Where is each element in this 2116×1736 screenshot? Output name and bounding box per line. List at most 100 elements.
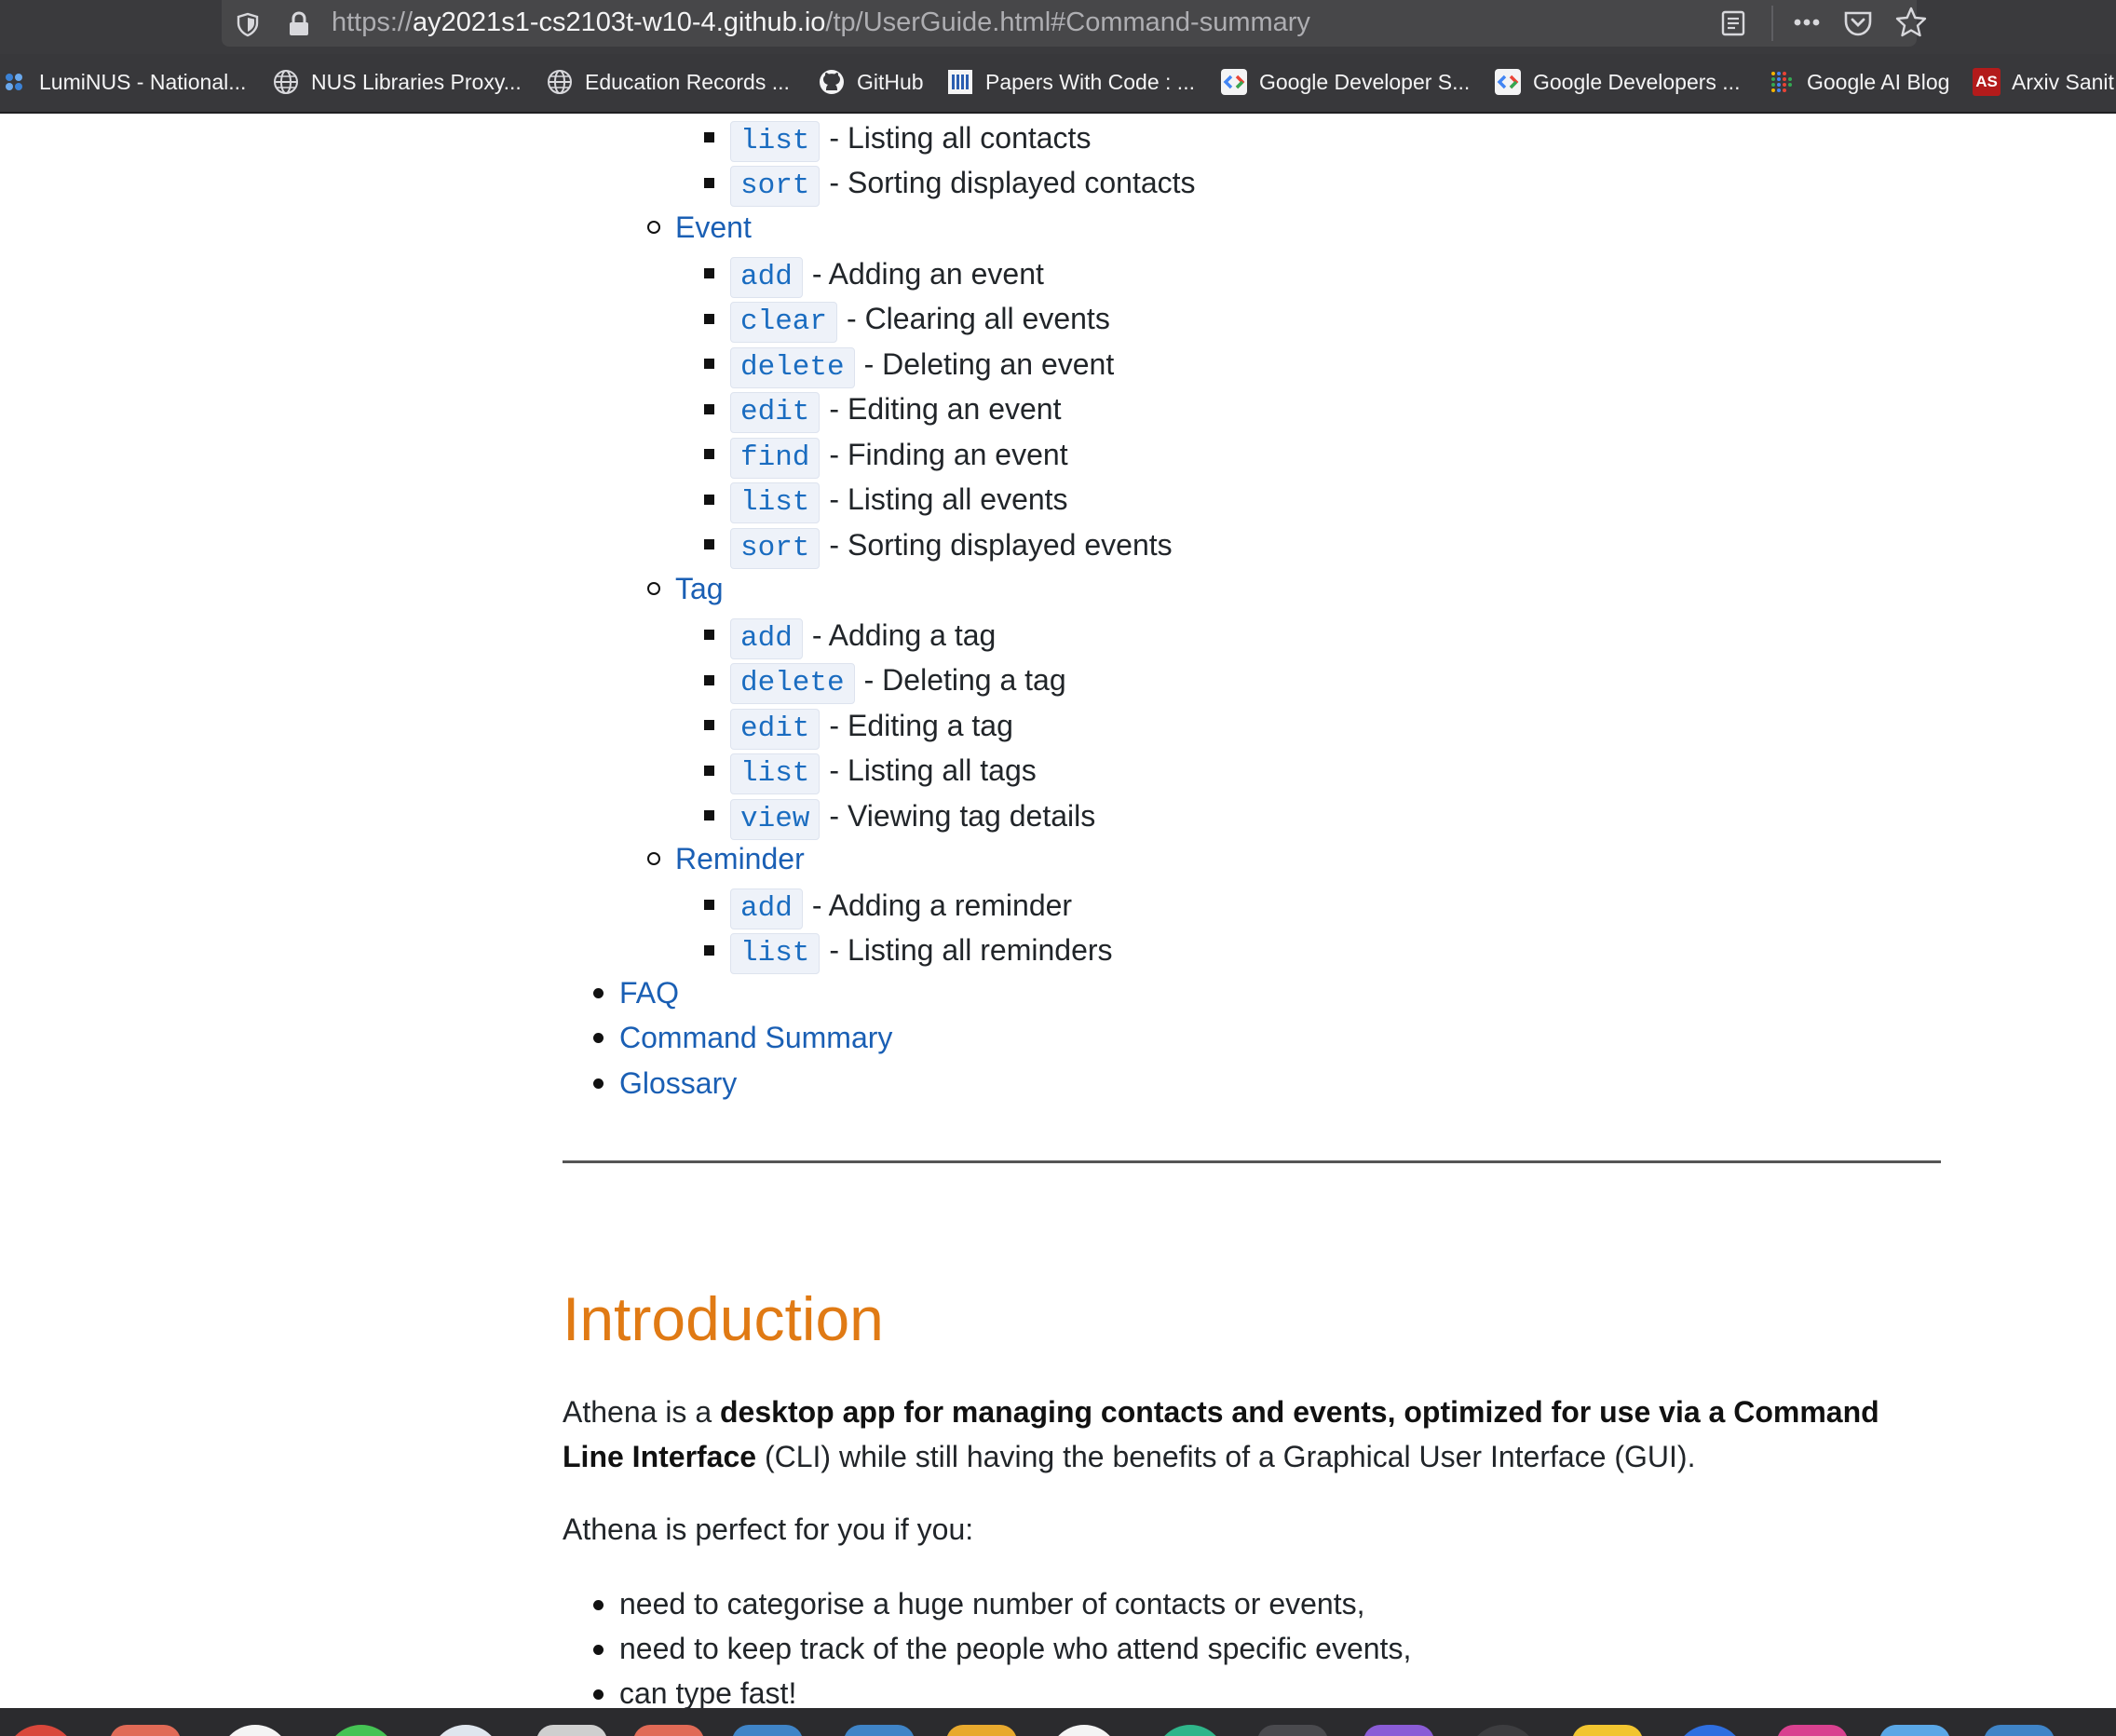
bookmark-google-developer-s[interactable]: Google Developer S...: [1220, 63, 1470, 101]
pocket-icon[interactable]: [1842, 7, 1874, 44]
toc-link-reminder[interactable]: Reminder: [675, 842, 805, 875]
bookmark-label: Papers With Code : ...: [985, 69, 1195, 94]
list-bullet: [593, 1689, 604, 1700]
list-bullet: [704, 495, 714, 505]
reader-view-icon[interactable]: [1719, 9, 1747, 42]
url-text[interactable]: https://ay2021s1-cs2103t-w10-4.github.io…: [332, 7, 1310, 38]
toc-link-faq[interactable]: FAQ: [619, 976, 679, 1010]
dock-app-icon[interactable]: [220, 1725, 291, 1736]
dock-app-icon[interactable]: [1572, 1725, 1643, 1736]
dock-app-icon[interactable]: [1777, 1725, 1848, 1736]
toc-section-event[interactable]: Event: [675, 207, 752, 248]
bookmark-github[interactable]: GitHub: [818, 63, 924, 101]
dock-app-icon[interactable]: [326, 1725, 397, 1736]
dock-app-icon[interactable]: [110, 1725, 181, 1736]
toc-section-command-summary[interactable]: Command Summary: [619, 1017, 892, 1058]
command-code: add: [730, 888, 803, 929]
globe-icon: [546, 68, 574, 96]
toc-item[interactable]: add - Adding a reminder: [730, 885, 1072, 929]
url-path: /tp/UserGuide.html#Command-summary: [825, 7, 1310, 37]
arxiv-sanity-icon: AS: [1973, 68, 2001, 96]
dock-app-icon[interactable]: [1879, 1725, 1950, 1736]
toc-link-tag[interactable]: Tag: [675, 572, 724, 605]
toc-item-desc: - Listing all events: [829, 482, 1068, 516]
bookmark-label: LumiNUS - National...: [39, 69, 247, 94]
bookmark-luminus[interactable]: LumiNUS - National...: [0, 63, 246, 101]
dock-app-icon[interactable]: [1257, 1725, 1328, 1736]
toc-item[interactable]: sort - Sorting displayed events: [730, 524, 1173, 569]
toc-section-glossary[interactable]: Glossary: [619, 1063, 737, 1104]
dock-app-icon[interactable]: [1155, 1725, 1226, 1736]
page-actions-more-icon[interactable]: [1790, 6, 1824, 44]
toc-item[interactable]: edit - Editing an event: [730, 388, 1061, 433]
toc-item-desc: - Deleting a tag: [863, 663, 1066, 697]
toc-item-desc: - Deleting an event: [863, 347, 1115, 381]
bookmark-papers-with-code[interactable]: Papers With Code : ...: [946, 63, 1195, 101]
command-code: delete: [730, 347, 855, 388]
dock-app-icon[interactable]: [536, 1725, 607, 1736]
toc-item[interactable]: find - Finding an event: [730, 434, 1068, 479]
toc-item[interactable]: sort - Sorting displayed contacts: [730, 162, 1196, 207]
bookmark-google-ai-blog[interactable]: Google AI Blog: [1768, 63, 1949, 101]
tracking-protection-shield-icon[interactable]: [235, 11, 261, 42]
toc-item-desc: - Viewing tag details: [829, 799, 1096, 833]
toc-item[interactable]: view - Viewing tag details: [730, 795, 1095, 840]
toc-item[interactable]: list - Listing all contacts: [730, 117, 1091, 162]
address-bar[interactable]: https://ay2021s1-cs2103t-w10-4.github.io…: [222, 0, 1927, 47]
dock-app-icon[interactable]: [6, 1725, 76, 1736]
toc-item[interactable]: edit - Editing a tag: [730, 705, 1013, 750]
dock-app-icon[interactable]: [732, 1725, 803, 1736]
intro-paragraph-2: Athena is perfect for you if you:: [563, 1512, 974, 1546]
toc-section-reminder[interactable]: Reminder: [675, 838, 805, 879]
list-bullet: [704, 630, 714, 640]
dock-app-icon[interactable]: [1984, 1725, 2055, 1736]
command-code: add: [730, 257, 803, 298]
dock-app-icon[interactable]: [1049, 1725, 1119, 1736]
toc-link-glossary[interactable]: Glossary: [619, 1066, 737, 1100]
intro-text: Athena is a: [563, 1395, 720, 1429]
bookmark-label: Arxiv Sanit: [2012, 69, 2114, 94]
toc-item[interactable]: list - Listing all events: [730, 479, 1068, 523]
google-developers-icon: [1494, 68, 1522, 96]
dock-app-icon[interactable]: [946, 1725, 1017, 1736]
bookmark-nus-libraries[interactable]: NUS Libraries Proxy...: [272, 63, 522, 101]
lock-icon[interactable]: [287, 11, 311, 42]
toc-item[interactable]: clear - Clearing all events: [730, 298, 1110, 343]
toc-link-command-summary[interactable]: Command Summary: [619, 1021, 892, 1054]
command-code: clear: [730, 302, 838, 343]
toc-item-desc: - Sorting displayed events: [829, 528, 1173, 562]
toc-section-tag[interactable]: Tag: [675, 568, 724, 609]
toc-item-desc: - Listing all contacts: [829, 121, 1092, 155]
dock-app-icon[interactable]: [1363, 1725, 1434, 1736]
macos-dock: [0, 1708, 2116, 1736]
list-bullet: [593, 988, 604, 998]
toc-item[interactable]: list - Listing all reminders: [730, 929, 1113, 974]
bookmark-arxiv-sanity[interactable]: AS Arxiv Sanit: [1973, 63, 2114, 101]
list-bullet: [704, 314, 714, 324]
command-code: edit: [730, 709, 821, 750]
browser-toolbar: https://ay2021s1-cs2103t-w10-4.github.io…: [0, 0, 2116, 54]
toc-section-faq[interactable]: FAQ: [619, 972, 679, 1013]
dock-app-icon[interactable]: [1468, 1725, 1539, 1736]
list-bullet: [647, 852, 660, 865]
toc-item[interactable]: add - Adding an event: [730, 253, 1044, 298]
toc-item[interactable]: delete - Deleting an event: [730, 344, 1114, 388]
toc-link-event[interactable]: Event: [675, 210, 752, 244]
bookmark-education-records[interactable]: Education Records ...: [546, 63, 790, 101]
bookmark-google-developers[interactable]: Google Developers ...: [1494, 63, 1740, 101]
list-bullet: [704, 178, 714, 188]
dock-app-icon[interactable]: [1675, 1725, 1745, 1736]
list-bullet: [593, 1078, 604, 1089]
dock-app-icon[interactable]: [844, 1725, 915, 1736]
bookmark-star-icon[interactable]: [1894, 6, 1928, 44]
dock-app-icon[interactable]: [430, 1725, 501, 1736]
toolbar-separator: [1771, 6, 1773, 41]
list-bullet: [647, 582, 660, 595]
list-bullet: [704, 766, 714, 776]
paperswithcode-icon: [946, 68, 974, 96]
toc-item[interactable]: delete - Deleting a tag: [730, 659, 1066, 704]
dock-app-icon[interactable]: [633, 1725, 704, 1736]
toc-item[interactable]: add - Adding a tag: [730, 615, 996, 659]
intro-bullet: can type fast!: [619, 1676, 797, 1708]
toc-item[interactable]: list - Listing all tags: [730, 750, 1037, 794]
